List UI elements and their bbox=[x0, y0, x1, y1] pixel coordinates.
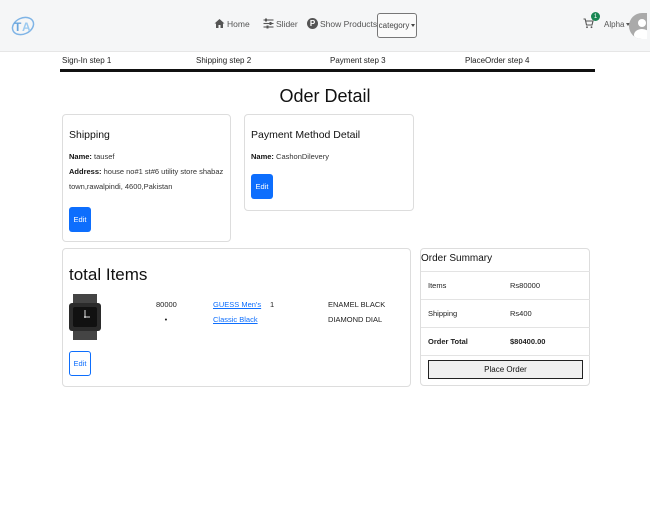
product-price-cell: 80000 • bbox=[156, 297, 177, 327]
summary-total-label: Order Total bbox=[428, 337, 468, 346]
payment-card: Payment Method Detail Name: CashonDileve… bbox=[244, 114, 414, 211]
summary-title: Order Summary bbox=[421, 253, 493, 264]
product-link-line1[interactable]: GUESS Men's bbox=[213, 297, 261, 312]
page-title: Oder Detail bbox=[279, 86, 371, 106]
avatar[interactable] bbox=[629, 13, 647, 39]
items-card: total Items 80000 • GUESS Men's Classic … bbox=[62, 248, 411, 387]
product-image bbox=[69, 294, 101, 340]
category-label: category bbox=[378, 21, 410, 30]
price-dot: • bbox=[164, 315, 168, 324]
caret-down-icon bbox=[411, 24, 416, 27]
edit-payment-button[interactable]: Edit bbox=[251, 174, 273, 199]
step-place-order[interactable]: PlaceOrder step 4 bbox=[465, 56, 529, 65]
products-icon: P bbox=[307, 18, 318, 29]
category-dropdown[interactable]: category bbox=[377, 13, 417, 38]
product-description: ENAMEL BLACK DIAMOND DIAL bbox=[328, 300, 386, 324]
shipping-details: Name: tausef Address: house no#1 st#6 ut… bbox=[69, 149, 229, 194]
navbar: T A Home Slider P Show Products category… bbox=[0, 0, 650, 52]
payment-title: Payment Method Detail bbox=[251, 129, 361, 141]
summary-shipping-value: Rs400 bbox=[510, 309, 532, 318]
shipping-address-row: Address: house no#1 st#6 utility store s… bbox=[69, 167, 224, 176]
edit-items-button[interactable]: Edit bbox=[69, 351, 91, 376]
nav-home-label: Home bbox=[227, 18, 250, 29]
product-price: 80000 bbox=[156, 300, 177, 309]
user-name: Alpha bbox=[604, 20, 625, 29]
shipping-card: Shipping Name: tausef Address: house no#… bbox=[62, 114, 231, 242]
product-link[interactable]: GUESS Men's Classic Black bbox=[213, 297, 261, 327]
nav-home[interactable]: Home bbox=[214, 18, 250, 29]
cart-count-badge: 1 bbox=[591, 12, 600, 21]
brand-logo[interactable]: T A bbox=[10, 14, 36, 38]
summary-shipping-label: Shipping bbox=[428, 309, 458, 318]
shipping-address: house no#1 st#6 utility store shabaz bbox=[103, 167, 224, 176]
step-payment[interactable]: Payment step 3 bbox=[330, 56, 386, 65]
nav-show-products[interactable]: P Show Products bbox=[307, 18, 377, 29]
product-quantity: 1 bbox=[270, 300, 275, 309]
nav-products-label: Show Products bbox=[320, 18, 378, 29]
shipping-name-row: Name: tausef bbox=[69, 152, 115, 161]
order-summary-card: Order Summary Items Rs80000 Shipping Rs4… bbox=[420, 248, 590, 386]
product-link-line2[interactable]: Classic Black bbox=[213, 312, 261, 327]
summary-shipping-row: Shipping Rs400 bbox=[421, 299, 590, 327]
payment-method-row: Name: CashonDilevery bbox=[251, 152, 329, 161]
summary-total-value: $80400.00 bbox=[510, 337, 546, 346]
home-icon bbox=[214, 18, 225, 29]
step-signin[interactable]: Sign-In step 1 bbox=[62, 56, 111, 65]
summary-items-row: Items Rs80000 bbox=[421, 271, 590, 299]
nav-slider-label: Slider bbox=[276, 18, 298, 29]
user-menu[interactable]: Alpha bbox=[604, 20, 631, 29]
svg-text:A: A bbox=[22, 20, 31, 34]
shipping-title: Shipping bbox=[69, 129, 110, 141]
payment-method: CashonDilevery bbox=[276, 152, 329, 161]
step-shipping[interactable]: Shipping step 2 bbox=[196, 56, 251, 65]
summary-items-value: Rs80000 bbox=[510, 281, 541, 290]
svg-text:T: T bbox=[14, 20, 22, 34]
place-order-button[interactable]: Place Order bbox=[428, 360, 583, 379]
summary-items-label: Items bbox=[428, 281, 447, 290]
edit-shipping-button[interactable]: Edit bbox=[69, 207, 91, 232]
items-title: total Items bbox=[69, 265, 148, 284]
summary-divider bbox=[421, 355, 590, 356]
cart-icon bbox=[583, 18, 594, 31]
checkout-steps: Sign-In step 1 Shipping step 2 Payment s… bbox=[60, 55, 595, 72]
summary-total-row: Order Total $80400.00 bbox=[421, 327, 590, 355]
nav-slider[interactable]: Slider bbox=[263, 18, 298, 29]
shipping-name: tausef bbox=[94, 152, 115, 161]
sliders-icon bbox=[263, 18, 274, 29]
shipping-address-line2: town,rawalpindi, 4600,Pakistan bbox=[69, 182, 173, 191]
